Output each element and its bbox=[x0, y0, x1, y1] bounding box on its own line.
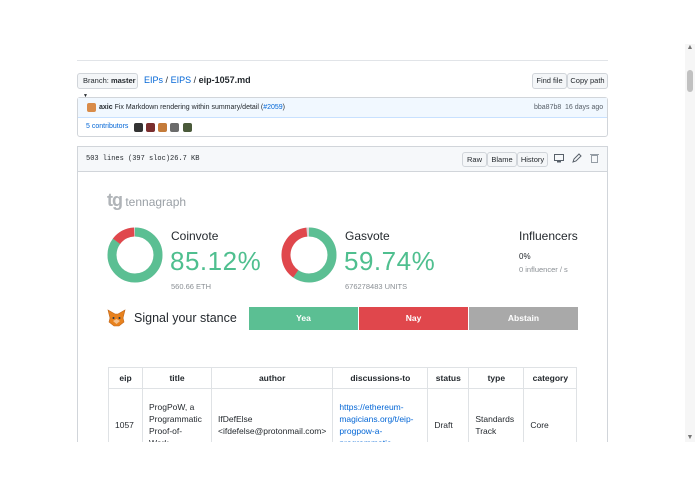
column-header-discussions-to: discussions-to bbox=[332, 367, 429, 389]
copy-path-button[interactable]: Copy path bbox=[567, 73, 608, 89]
coinvote-label: Coinvote bbox=[171, 229, 219, 243]
metamask-fox-icon bbox=[107, 309, 126, 327]
breadcrumb-folder-link[interactable]: EIPS bbox=[171, 75, 192, 85]
coinvote-donut-chart bbox=[107, 227, 163, 283]
raw-button[interactable]: Raw bbox=[462, 152, 487, 167]
desktop-icon[interactable] bbox=[554, 154, 564, 163]
scrollbar-track[interactable] bbox=[685, 44, 695, 442]
gasvote-donut-chart bbox=[281, 227, 337, 283]
scroll-down-arrow-icon[interactable]: ▼ bbox=[686, 434, 694, 442]
commit-author[interactable]: axic bbox=[99, 104, 113, 111]
column-header-category: category bbox=[523, 367, 578, 389]
blame-button[interactable]: Blame bbox=[487, 152, 517, 167]
influencers-label: Influencers bbox=[519, 229, 578, 243]
author-line: <ifdefelse@protonmail.com> bbox=[218, 426, 327, 436]
contributor-avatar[interactable] bbox=[134, 123, 143, 132]
influencers-percentage: 0% bbox=[519, 252, 531, 261]
branch-label: Branch: bbox=[83, 76, 109, 85]
commit-message-end: ) bbox=[282, 104, 285, 111]
breadcrumb-separator: / bbox=[193, 75, 197, 85]
scrollbar-thumb[interactable] bbox=[687, 70, 693, 92]
type-line: Standards bbox=[475, 414, 515, 424]
commit-pr-link[interactable]: #2059 bbox=[263, 104, 282, 111]
table-header-row: eip title author discussions-to status t… bbox=[108, 367, 578, 389]
branch-select-button[interactable]: Branch: master ▼ bbox=[77, 73, 138, 99]
commit-sha[interactable]: bba87b8 bbox=[534, 104, 561, 111]
tennagraph-name: tennagraph bbox=[125, 195, 187, 209]
yea-button[interactable]: Yea bbox=[249, 307, 358, 330]
column-header-author: author bbox=[210, 367, 334, 389]
gasvote-label: Gasvote bbox=[345, 229, 390, 243]
gasvote-amount: 676278483 UNITS bbox=[345, 282, 408, 291]
commit-time: 16 days ago bbox=[565, 104, 604, 111]
abstain-button[interactable]: Abstain bbox=[469, 307, 578, 330]
discussion-line[interactable]: https://ethereum- bbox=[339, 401, 421, 413]
title-line: Programmatic bbox=[149, 414, 202, 424]
breadcrumb-file: eip-1057.md bbox=[198, 75, 251, 85]
tennagraph-logo: tg tennagraph bbox=[107, 190, 186, 211]
find-file-button[interactable]: Find file bbox=[532, 73, 567, 89]
latest-commit-row: axic Fix Markdown rendering within summa… bbox=[78, 98, 607, 118]
author-avatar[interactable] bbox=[87, 103, 96, 112]
nay-button[interactable]: Nay bbox=[359, 307, 468, 330]
page-header-divider bbox=[77, 54, 608, 61]
column-header-type: type bbox=[468, 367, 525, 389]
tennagraph-mark: tg bbox=[107, 190, 123, 210]
trash-icon[interactable] bbox=[590, 153, 599, 163]
contributor-avatar[interactable] bbox=[146, 123, 155, 132]
page-bottom-blank bbox=[0, 442, 695, 494]
author-line: IfDefElse bbox=[218, 414, 253, 424]
commit-summary: axic Fix Markdown rendering within summa… bbox=[99, 104, 285, 111]
column-header-title: title bbox=[142, 367, 212, 389]
branch-value: master bbox=[110, 76, 136, 85]
contributor-avatar[interactable] bbox=[183, 123, 192, 132]
signal-stance-label: Signal your stance bbox=[134, 311, 237, 325]
gasvote-percentage: 59.74% bbox=[344, 246, 436, 276]
pencil-icon[interactable] bbox=[572, 153, 582, 163]
type-line: Track bbox=[475, 426, 497, 436]
breadcrumb-separator: / bbox=[165, 75, 169, 85]
file-header: 503 lines (397 sloc) 26.7 KB Raw Blame H… bbox=[78, 147, 607, 172]
scroll-up-arrow-icon[interactable]: ▲ bbox=[686, 44, 694, 52]
discussion-line[interactable]: progpow-a- bbox=[339, 425, 421, 437]
contributors-link[interactable]: 5 contributors bbox=[86, 123, 128, 130]
title-line: ProgPoW, a bbox=[149, 402, 195, 412]
contributor-avatar[interactable] bbox=[170, 123, 179, 132]
file-size: 26.7 KB bbox=[170, 155, 200, 163]
coinvote-amount: 560.66 ETH bbox=[171, 282, 212, 291]
coinvote-percentage: 85.12% bbox=[170, 246, 262, 276]
discussion-line[interactable]: magicians.org/t/eip- bbox=[339, 413, 421, 425]
breadcrumb-repo-link[interactable]: EIPs bbox=[144, 75, 163, 85]
contributor-avatar[interactable] bbox=[158, 123, 167, 132]
title-line: Proof-of- bbox=[149, 426, 183, 436]
column-header-status: status bbox=[427, 367, 470, 389]
column-header-eip: eip bbox=[108, 367, 143, 389]
commit-box: axic Fix Markdown rendering within summa… bbox=[77, 97, 608, 137]
history-button[interactable]: History bbox=[517, 152, 548, 167]
file-lines: 503 lines (397 sloc) bbox=[86, 155, 171, 163]
breadcrumb: EIPs / EIPS / eip-1057.md bbox=[144, 75, 251, 85]
commit-message[interactable]: Fix Markdown rendering within summary/de… bbox=[115, 104, 264, 111]
influencers-count: 0 influencer / s bbox=[519, 265, 568, 274]
